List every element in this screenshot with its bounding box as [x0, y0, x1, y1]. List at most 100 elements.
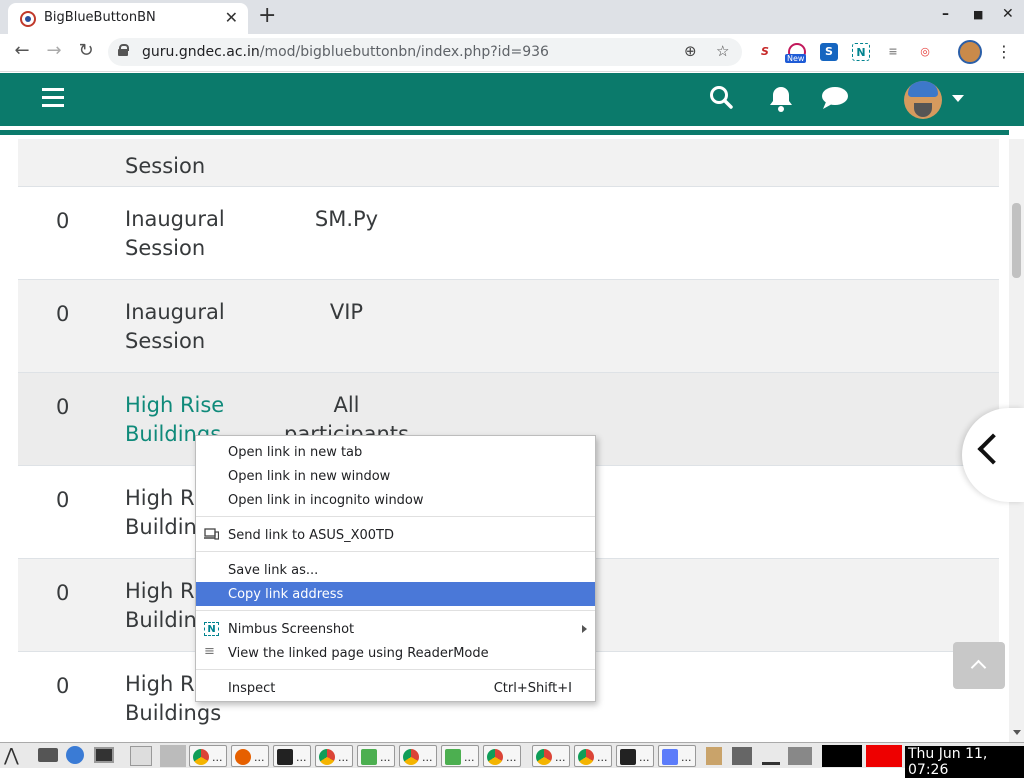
- taskbar-task[interactable]: ...: [658, 745, 696, 767]
- browser-menu-icon[interactable]: ⋮: [996, 42, 1012, 61]
- chrome-icon: [536, 749, 552, 765]
- extension-s-icon[interactable]: S: [756, 43, 774, 61]
- menu-item-readermode[interactable]: ≡ View the linked page using ReaderMode: [196, 641, 595, 665]
- menu-item-send-to-device[interactable]: Send link to ASUS_X00TD: [196, 523, 595, 547]
- network-icon[interactable]: [732, 747, 752, 765]
- navbar-stripe: [0, 126, 1024, 139]
- site-navbar: [0, 73, 1024, 126]
- volume-icon[interactable]: [788, 747, 812, 765]
- back-to-top-button[interactable]: [953, 642, 1005, 689]
- readermode-icon[interactable]: ≡: [884, 43, 902, 61]
- spreadsheet-icon: [361, 749, 377, 765]
- menu-item-copy-link-address[interactable]: Copy link address: [196, 582, 595, 606]
- menu-item-inspect[interactable]: Inspect Ctrl+Shift+I: [196, 676, 595, 700]
- menu-item-save-link-as[interactable]: Save link as...: [196, 558, 595, 582]
- recording-count: 0: [56, 209, 70, 233]
- browser-profile-avatar[interactable]: [958, 40, 982, 64]
- start-menu-icon[interactable]: ⋀: [4, 745, 19, 766]
- session-role: VIP: [329, 300, 364, 324]
- chat-icon[interactable]: [820, 85, 850, 117]
- menu-item-nimbus-screenshot[interactable]: N Nimbus Screenshot: [196, 617, 595, 641]
- menu-item-open-new-window[interactable]: Open link in new window: [196, 464, 595, 488]
- os-taskbar: ⋀ ... ... ... ... ... ... ... ... ... ..…: [0, 742, 1024, 778]
- site-favicon-icon: [20, 11, 36, 27]
- menu-icon[interactable]: [42, 88, 64, 107]
- table-row: 0 Inaugural Session SM.Py: [18, 187, 999, 280]
- tab-strip: BigBlueButtonBN ✕ + – ■ ✕: [0, 0, 1024, 34]
- file-manager-icon[interactable]: [38, 748, 58, 762]
- recording-count: 0: [56, 674, 70, 698]
- taskbar-task[interactable]: ...: [532, 745, 570, 767]
- taskbar-task[interactable]: ...: [399, 745, 437, 767]
- bell-icon[interactable]: [768, 85, 794, 119]
- table-row: Session: [18, 139, 999, 187]
- close-tab-icon[interactable]: ✕: [225, 8, 238, 27]
- context-menu: Open link in new tab Open link in new wi…: [195, 435, 596, 702]
- taskbar-task[interactable]: ...: [616, 745, 654, 767]
- session-name: Inaugural Session: [125, 300, 225, 353]
- taskbar-task[interactable]: ...: [189, 745, 227, 767]
- terminal-icon: [620, 749, 636, 765]
- system-clock[interactable]: Thu Jun 11, 07:26: [905, 746, 1024, 778]
- reload-icon[interactable]: ↻: [73, 40, 99, 61]
- address-bar[interactable]: guru.gndec.ac.in/mod/bigbluebuttonbn/ind…: [108, 38, 742, 66]
- session-name: Inaugural Session: [125, 207, 225, 260]
- tab-title: BigBlueButtonBN: [44, 10, 156, 25]
- chevron-left-icon: [977, 433, 1009, 465]
- terminal-icon[interactable]: [94, 747, 114, 763]
- menu-divider: [196, 610, 595, 611]
- nimbus-icon[interactable]: N: [852, 43, 870, 61]
- bookmark-star-icon[interactable]: ☆: [716, 42, 729, 60]
- taskbar-task[interactable]: ...: [357, 745, 395, 767]
- firefox-icon: [235, 749, 251, 765]
- globe-icon[interactable]: [66, 746, 84, 764]
- window-icon: [662, 749, 678, 765]
- user-avatar[interactable]: [904, 81, 942, 119]
- recording-count: 0: [56, 302, 70, 326]
- devices-icon: [204, 528, 220, 542]
- extension-s-blue-icon[interactable]: S: [820, 43, 838, 61]
- new-tab-icon[interactable]: +: [258, 3, 276, 28]
- menu-divider: [196, 551, 595, 552]
- chrome-icon: [319, 749, 335, 765]
- menu-divider: [196, 669, 595, 670]
- taskbar-task[interactable]: ...: [441, 745, 479, 767]
- scrollbar-thumb[interactable]: [1012, 203, 1021, 278]
- recording-count: 0: [56, 395, 70, 419]
- taskbar-task[interactable]: ...: [273, 745, 311, 767]
- taskbar-task[interactable]: ...: [315, 745, 353, 767]
- scroll-down-icon[interactable]: [1013, 730, 1021, 735]
- clipboard-icon[interactable]: [706, 747, 722, 765]
- maximize-icon[interactable]: ■: [973, 8, 983, 21]
- extension-swirl-icon[interactable]: ◎: [916, 43, 934, 61]
- cpu-monitor: [822, 745, 862, 767]
- browser-tab[interactable]: BigBlueButtonBN ✕: [8, 3, 248, 34]
- chrome-icon: [578, 749, 594, 765]
- back-icon[interactable]: ←: [9, 40, 35, 61]
- submenu-arrow-icon: [582, 625, 587, 633]
- taskbar-task[interactable]: ...: [231, 745, 269, 767]
- taskbar-task[interactable]: ...: [483, 745, 521, 767]
- search-icon[interactable]: [709, 85, 735, 117]
- inspect-shortcut: Ctrl+Shift+I: [493, 681, 572, 696]
- menu-divider: [196, 516, 595, 517]
- chevron-down-icon[interactable]: [952, 95, 964, 102]
- menu-item-open-new-tab[interactable]: Open link in new tab: [196, 440, 595, 464]
- desktop-pager[interactable]: [160, 745, 186, 767]
- chrome-icon: [193, 749, 209, 765]
- forward-icon[interactable]: →: [41, 40, 67, 61]
- lock-icon[interactable]: [118, 44, 129, 56]
- signal-icon[interactable]: [762, 747, 780, 765]
- url-text[interactable]: guru.gndec.ac.in/mod/bigbluebuttonbn/ind…: [142, 44, 549, 60]
- chevron-up-icon: [970, 659, 987, 676]
- recording-count: 0: [56, 488, 70, 512]
- zoom-icon[interactable]: ⊕: [684, 42, 697, 60]
- browser-launcher-icon[interactable]: [130, 746, 152, 766]
- menu-item-open-incognito[interactable]: Open link in incognito window: [196, 488, 595, 512]
- browser-toolbar: ← → ↻ guru.gndec.ac.in/mod/bigbluebutton…: [0, 34, 1024, 72]
- session-role: SM.Py: [314, 207, 379, 231]
- taskbar-task[interactable]: ...: [574, 745, 612, 767]
- close-window-icon[interactable]: ✕: [1002, 6, 1014, 22]
- minimize-icon[interactable]: –: [942, 6, 949, 22]
- terminal-icon: [277, 749, 293, 765]
